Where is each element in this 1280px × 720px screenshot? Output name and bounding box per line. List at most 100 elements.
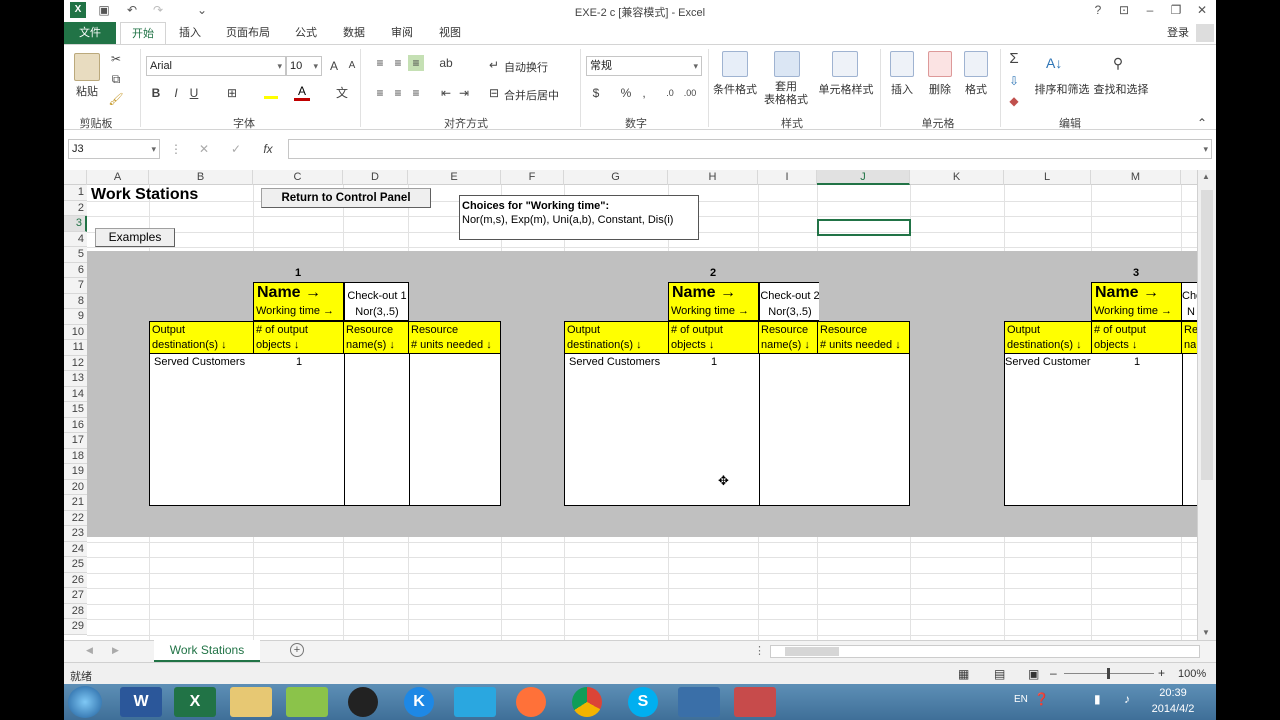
cut-icon[interactable]: ✂	[108, 51, 124, 67]
decrease-indent-icon[interactable]: ⇤	[438, 85, 454, 101]
font-name-combo[interactable]: Arial	[146, 56, 286, 76]
conditional-formatting-icon[interactable]	[722, 51, 748, 77]
clock-time[interactable]: 20:39	[1148, 687, 1198, 699]
font-size-combo[interactable]: 10	[286, 56, 322, 76]
media-player-icon[interactable]	[454, 687, 496, 717]
row-header-11[interactable]: 11	[64, 340, 87, 356]
formula-bar-options-icon[interactable]: ⋮	[168, 141, 184, 157]
column-header-K[interactable]: K	[910, 170, 1004, 185]
collapse-ribbon-icon[interactable]: ⌃	[1194, 115, 1210, 131]
zoom-out-icon[interactable]: –	[1050, 666, 1057, 680]
notepad-plus-icon[interactable]	[286, 687, 328, 717]
row-header-21[interactable]: 21	[64, 495, 87, 511]
row-header-12[interactable]: 12	[64, 355, 87, 371]
tab-data[interactable]: 数据	[334, 22, 374, 44]
row-header-23[interactable]: 23	[64, 526, 87, 542]
qq-icon[interactable]	[348, 687, 378, 717]
insert-cells-button[interactable]: 插入	[886, 81, 918, 97]
orientation-icon[interactable]: ab	[438, 55, 454, 71]
increase-decimal-icon[interactable]: .0	[662, 85, 678, 101]
cell-styles-icon[interactable]	[832, 51, 858, 77]
excel-app-icon[interactable]: X	[174, 687, 216, 717]
column-header-L[interactable]: L	[1004, 170, 1091, 185]
close-icon[interactable]: ✕	[1194, 2, 1210, 18]
chrome-icon[interactable]	[572, 687, 602, 717]
paste-button[interactable]: 粘贴	[70, 83, 104, 99]
column-header-G[interactable]: G	[564, 170, 668, 185]
ribbon-display-icon[interactable]: ⊡	[1116, 2, 1132, 18]
column-header-E[interactable]: E	[408, 170, 501, 185]
align-middle-icon[interactable]: ≡	[390, 55, 406, 71]
align-left-icon[interactable]: ≡	[372, 85, 388, 101]
align-top-icon[interactable]: ≡	[372, 55, 388, 71]
zoom-level[interactable]: 100%	[1178, 668, 1206, 680]
row-header-29[interactable]: 29	[64, 619, 87, 635]
station-table-3[interactable]: Output destination(s) ↓ # of output obje…	[1004, 321, 1197, 506]
row-header-6[interactable]: 6	[64, 262, 87, 278]
cancel-icon[interactable]: ✕	[196, 141, 212, 157]
column-header-F[interactable]: F	[501, 170, 564, 185]
next-sheet-icon[interactable]: ▶	[112, 645, 119, 656]
bold-button[interactable]: B	[148, 85, 164, 101]
column-header-M[interactable]: M	[1091, 170, 1181, 185]
sort-filter-icon[interactable]: A↓	[1046, 55, 1062, 71]
delete-cells-button[interactable]: 删除	[924, 81, 956, 97]
tab-page-layout[interactable]: 页面布局	[216, 22, 280, 44]
zoom-slider-thumb[interactable]	[1107, 668, 1110, 679]
insert-cells-icon[interactable]	[890, 51, 914, 77]
start-button-icon[interactable]	[68, 686, 102, 718]
row-header-2[interactable]: 2	[64, 200, 87, 216]
recorder-icon[interactable]	[734, 687, 776, 717]
row-header-1[interactable]: 1	[64, 185, 87, 201]
tab-review[interactable]: 审阅	[382, 22, 422, 44]
vertical-scrollbar[interactable]: ▲ ▼	[1197, 170, 1216, 640]
horizontal-scroll-thumb[interactable]	[785, 647, 839, 656]
sort-filter-button[interactable]: 排序和筛选	[1034, 81, 1090, 97]
row-header-25[interactable]: 25	[64, 557, 87, 573]
comma-style-button[interactable]: ,	[636, 85, 652, 101]
file-explorer-icon[interactable]	[230, 687, 272, 717]
tab-file[interactable]: 文件	[64, 22, 116, 44]
station-table-2[interactable]: Output destination(s) ↓ # of output obje…	[564, 321, 910, 506]
scroll-thumb[interactable]	[1201, 190, 1213, 480]
autosum-icon[interactable]: Σ	[1006, 51, 1022, 67]
video-editor-icon[interactable]	[678, 687, 720, 717]
align-center-icon[interactable]: ≡	[390, 85, 406, 101]
increase-font-icon[interactable]: A	[326, 58, 342, 74]
format-as-table-icon[interactable]	[774, 51, 800, 77]
find-select-button[interactable]: 查找和选择	[1092, 81, 1150, 97]
clear-icon[interactable]: ◆	[1006, 93, 1022, 109]
row-header-3[interactable]: 3	[64, 216, 87, 232]
network-tray-icon[interactable]: ▮	[1094, 692, 1101, 706]
sign-in-link[interactable]: 登录	[1158, 22, 1198, 44]
worksheet-grid[interactable]: Work Stations Return to Control Panel Ex…	[87, 185, 1197, 640]
help-icon[interactable]: ?	[1090, 2, 1106, 18]
station-name-cell[interactable]: Che N	[1182, 282, 1197, 321]
align-right-icon[interactable]: ≡	[408, 85, 424, 101]
decrease-font-icon[interactable]: A	[344, 58, 360, 74]
align-bottom-icon[interactable]: ≡	[408, 55, 424, 71]
select-all-corner[interactable]	[64, 170, 87, 185]
row-header-20[interactable]: 20	[64, 479, 87, 495]
station-table-1[interactable]: Output destination(s) ↓ # of output obje…	[149, 321, 501, 506]
restore-icon[interactable]: ❐	[1168, 2, 1184, 18]
new-sheet-icon[interactable]: +	[290, 643, 304, 657]
row-header-16[interactable]: 16	[64, 417, 87, 433]
format-as-table-button[interactable]: 套用 表格格式	[760, 81, 812, 107]
row-header-13[interactable]: 13	[64, 371, 87, 387]
tab-home[interactable]: 开始	[120, 22, 166, 44]
tab-formulas[interactable]: 公式	[286, 22, 326, 44]
fill-icon[interactable]: ⇩	[1006, 73, 1022, 89]
station-name-cell[interactable]: Check-out 1 Nor(3,.5)	[344, 282, 409, 321]
input-language[interactable]: EN	[1014, 694, 1028, 705]
row-header-10[interactable]: 10	[64, 324, 87, 340]
examples-button[interactable]: Examples	[95, 228, 175, 247]
clock-date[interactable]: 2014/4/2	[1142, 703, 1204, 715]
tab-view[interactable]: 视图	[430, 22, 470, 44]
format-cells-button[interactable]: 格式	[960, 81, 992, 97]
minimize-icon[interactable]: –	[1142, 2, 1158, 18]
tab-splitter-icon[interactable]: ⋮	[754, 644, 765, 657]
row-header-8[interactable]: 8	[64, 293, 87, 309]
insert-function-icon[interactable]: fx	[260, 141, 276, 157]
row-header-19[interactable]: 19	[64, 464, 87, 480]
